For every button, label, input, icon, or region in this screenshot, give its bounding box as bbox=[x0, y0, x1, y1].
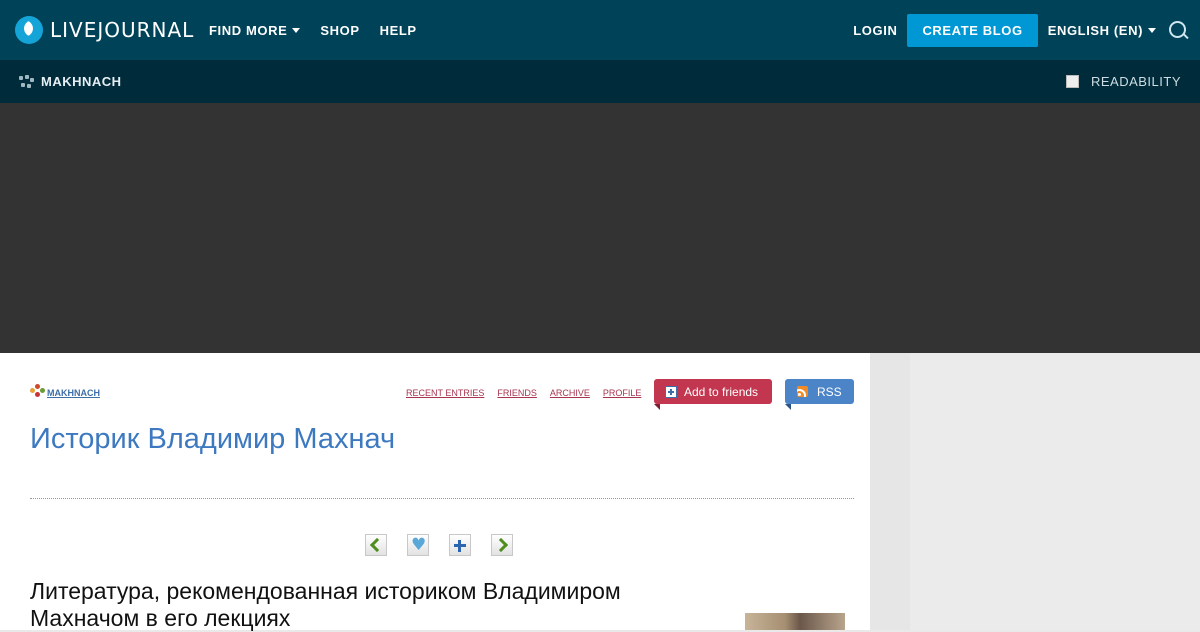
add-friend-icon bbox=[665, 385, 677, 398]
entry-title[interactable]: Литература, рекомендованная историком Вл… bbox=[30, 578, 690, 632]
journal-title[interactable]: Историк Владимир Махнач bbox=[30, 423, 395, 456]
divider bbox=[30, 498, 854, 499]
nav-friends[interactable]: FRIENDS bbox=[497, 388, 537, 398]
language-selector[interactable]: ENGLISH (EN) bbox=[1048, 23, 1156, 38]
plus-icon[interactable] bbox=[449, 534, 471, 556]
journal-name: MAKHNACH bbox=[41, 74, 122, 89]
add-to-friends-button[interactable]: Add to friends bbox=[654, 379, 772, 410]
journal-content: MAKHNACH RECENT ENTRIES FRIENDS ARCHIVE … bbox=[0, 353, 870, 632]
chevron-down-icon bbox=[1148, 27, 1156, 33]
livejournal-logo[interactable]: LIVEJOURNAL bbox=[15, 15, 194, 45]
sidebar bbox=[870, 353, 1200, 630]
search-icon[interactable] bbox=[1168, 20, 1188, 40]
readability-checkbox[interactable] bbox=[1065, 75, 1079, 88]
nav-shop[interactable]: SHOP bbox=[320, 23, 359, 38]
create-blog-button[interactable]: CREATE BLOG bbox=[907, 13, 1038, 47]
heart-icon[interactable] bbox=[407, 534, 429, 556]
entry-photo bbox=[745, 613, 845, 630]
login-link[interactable]: LOGIN bbox=[853, 23, 897, 38]
nav-help-label: HELP bbox=[379, 22, 417, 38]
main-nav: FIND MORE SHOP HELP bbox=[209, 0, 437, 60]
readability-label: READABILITY bbox=[1090, 74, 1181, 89]
add-to-friends-label: Add to friends bbox=[684, 384, 759, 399]
rss-icon bbox=[797, 386, 808, 397]
sidebar-panel bbox=[910, 353, 1200, 630]
community-icon bbox=[30, 384, 46, 398]
journal-user-name: MAKHNACH bbox=[47, 388, 100, 398]
language-label: ENGLISH (EN) bbox=[1047, 22, 1143, 38]
journal-bar: MAKHNACH READABILITY bbox=[0, 60, 1200, 103]
nav-archive[interactable]: ARCHIVE bbox=[550, 388, 590, 398]
previous-entry-icon[interactable] bbox=[365, 534, 387, 556]
journal-nav: RECENT ENTRIES FRIENDS ARCHIVE PROFILE bbox=[406, 388, 654, 398]
rss-button[interactable]: RSS bbox=[785, 379, 854, 410]
nav-find-more-label: FIND MORE bbox=[209, 22, 288, 38]
nav-help[interactable]: HELP bbox=[380, 23, 417, 38]
user-nav: LOGIN CREATE BLOG ENGLISH (EN) bbox=[853, 0, 1188, 60]
readability-toggle[interactable]: READABILITY bbox=[1065, 60, 1181, 103]
journal-user-link[interactable]: MAKHNACH bbox=[30, 384, 100, 398]
logo-text: LIVEJOURNAL bbox=[50, 18, 195, 42]
community-icon bbox=[19, 74, 35, 89]
header-banner bbox=[0, 103, 1200, 353]
nav-profile[interactable]: PROFILE bbox=[603, 388, 642, 398]
chevron-down-icon bbox=[292, 27, 301, 33]
nav-shop-label: SHOP bbox=[320, 22, 360, 38]
entry-navigation bbox=[365, 534, 533, 556]
nav-recent-entries[interactable]: RECENT ENTRIES bbox=[406, 388, 484, 398]
rss-label: RSS bbox=[817, 384, 842, 399]
next-entry-icon[interactable] bbox=[491, 534, 513, 556]
nav-find-more[interactable]: FIND MORE bbox=[209, 22, 301, 38]
journal-name-link[interactable]: MAKHNACH bbox=[19, 60, 122, 103]
livejournal-logo-icon bbox=[15, 16, 43, 44]
top-navigation-bar: LIVEJOURNAL FIND MORE SHOP HELP LOGIN CR… bbox=[0, 0, 1200, 60]
